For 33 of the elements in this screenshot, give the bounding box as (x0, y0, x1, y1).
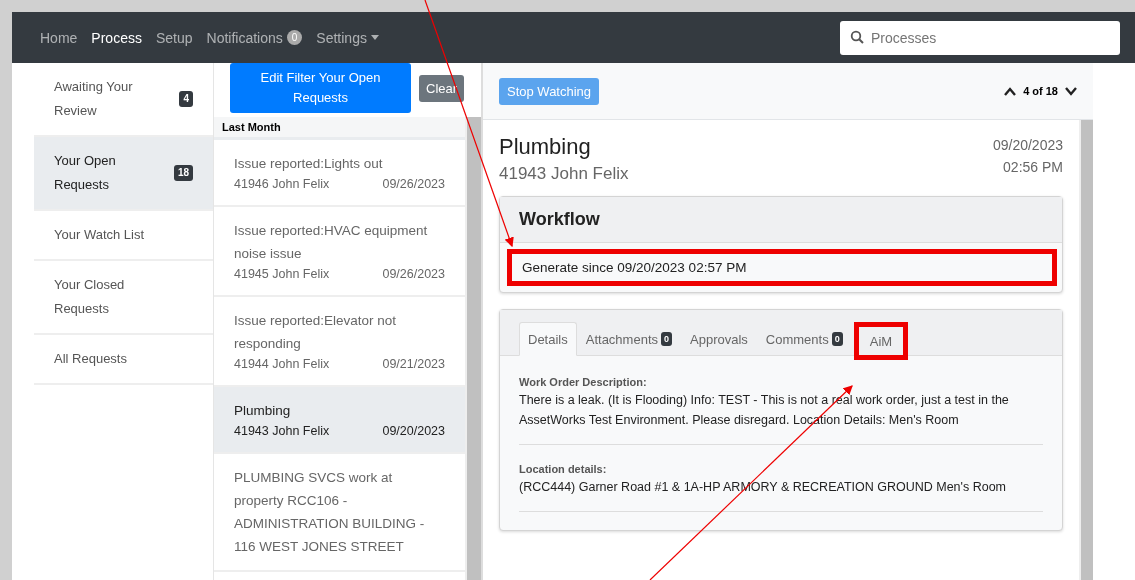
request-subtitle: 41943 John Felix (499, 164, 629, 184)
search-icon (850, 29, 864, 44)
workflow-title: Workflow (500, 197, 1062, 243)
sidebar-item[interactable]: Your Open Requests 18 (34, 137, 213, 211)
tab[interactable]: AiM (860, 327, 902, 356)
tab[interactable]: Comments 0 (756, 322, 852, 356)
clear-button[interactable]: Clear (419, 75, 465, 102)
workflow-text: Generate since 09/20/2023 02:57 PM (522, 260, 747, 275)
nav-link[interactable]: Setup (155, 29, 193, 46)
request-item[interactable]: Plumbing 41943 John Felix 09/20/2023 (214, 387, 465, 454)
tab[interactable]: Details (519, 322, 577, 356)
search-field[interactable]: Processes (840, 20, 1120, 55)
nav-link[interactable]: Notifications 0 (206, 29, 303, 46)
pager-text: 4 of 18 (1023, 85, 1058, 97)
sidebar-item[interactable]: All Requests (34, 335, 213, 385)
group-header: Last Month (214, 117, 465, 140)
nav-link[interactable]: Settings (316, 29, 379, 46)
field-label: Work Order Description: (519, 376, 648, 388)
scrollbar[interactable] (1079, 120, 1093, 580)
edit-filter-button[interactable]: Edit Filter Your Open Requests (230, 63, 411, 113)
tab[interactable]: Approvals (681, 322, 757, 356)
sidebar-item[interactable]: Your Watch List (34, 211, 213, 261)
request-time: 02:56 PM (1002, 158, 1063, 177)
sidebar-item[interactable]: Your Closed Requests (34, 261, 213, 335)
scrollbar[interactable] (465, 117, 481, 580)
chevron-down-icon[interactable] (1065, 86, 1077, 96)
request-title: Plumbing (499, 134, 592, 160)
field-label: Location details: (519, 463, 608, 475)
request-date: 09/20/2023 (992, 136, 1063, 155)
chevron-up-icon[interactable] (1004, 86, 1017, 96)
tab[interactable]: Attachments 0 (576, 322, 682, 356)
nav-link[interactable]: Home (40, 29, 78, 46)
nav-link[interactable]: Process (91, 29, 142, 46)
